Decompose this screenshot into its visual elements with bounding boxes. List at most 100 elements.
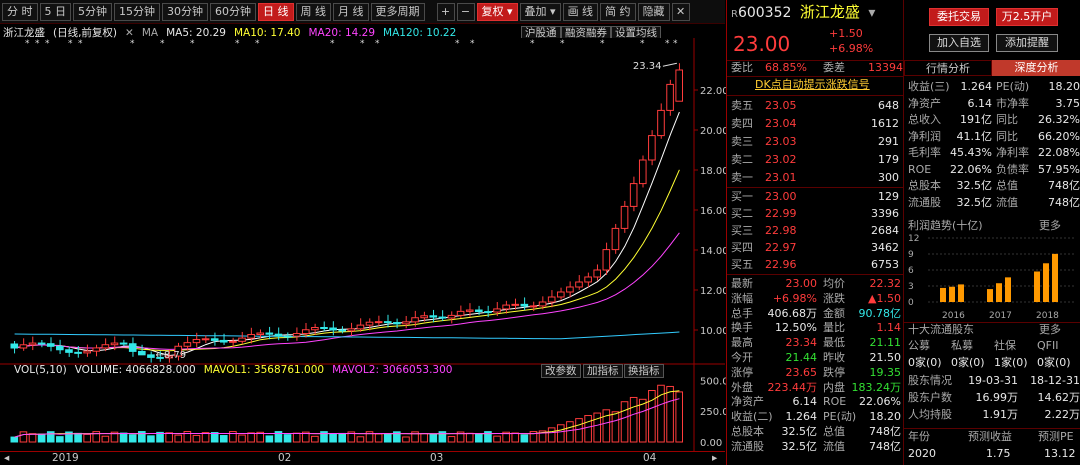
event-marker-icon[interactable]: * (375, 39, 380, 49)
event-marker-icon[interactable]: * (665, 39, 670, 49)
bid-row: 买一 23.00 129 (731, 189, 901, 205)
volume-bar (192, 434, 201, 443)
candle-body (420, 315, 428, 319)
holders-more-link[interactable]: 更多 (1039, 322, 1061, 338)
volume-bar (283, 434, 292, 443)
kline-chart[interactable]: 22.00 20.00 18.00 16.00 14.00 12.00 10.00 23.34… (0, 38, 726, 451)
bid-label: 买三 (731, 224, 753, 237)
fin-value: 22.06% (950, 162, 992, 176)
candle-body (493, 308, 501, 313)
volume-bar (547, 427, 556, 443)
trade-button[interactable]: 委托交易 (929, 8, 989, 26)
tab-15min[interactable]: 15分钟 (114, 2, 160, 21)
trend-bar (1005, 277, 1011, 302)
candle-body (201, 338, 210, 341)
volume-bar (374, 433, 383, 443)
weicha-label: 委差 (823, 61, 845, 74)
open-account-button[interactable]: 万2.5开户 (996, 8, 1058, 26)
candle-body (256, 332, 265, 336)
price-tick: 12.00 (700, 286, 726, 297)
event-marker-icon[interactable]: * (360, 39, 365, 49)
event-marker-icon[interactable]: * (330, 39, 335, 49)
candle-body (219, 339, 228, 343)
event-marker-icon[interactable]: * (68, 39, 73, 49)
tab-30min[interactable]: 30分钟 (162, 2, 208, 21)
close-icon[interactable]: ✕ (671, 2, 690, 21)
weicha-value: 13394 (868, 61, 903, 74)
fin-label: 流值 (996, 195, 1018, 209)
forecast-row: 2020 1.75 13.12 (908, 446, 1080, 462)
volume-bar (593, 412, 602, 443)
tab-deep-analysis[interactable]: 深度分析 (992, 60, 1080, 76)
tab-monthly[interactable]: 月 线 (333, 2, 369, 21)
scroll-left-icon[interactable]: ◂ (4, 452, 9, 464)
quote-row: 最高 23.34 最低 21.11 (731, 335, 901, 350)
tab-weekly[interactable]: 周 线 (295, 2, 331, 21)
signal-link[interactable]: DK点自动提示涨跌信号 (755, 77, 870, 93)
change-params-button[interactable]: 改参数 (541, 364, 581, 378)
event-marker-icon[interactable]: * (530, 39, 535, 49)
add-indicator-button[interactable]: 加指标 (583, 364, 623, 378)
event-marker-icon[interactable]: * (45, 39, 50, 49)
scroll-right-icon[interactable]: ▸ (712, 452, 717, 464)
overlay-button[interactable]: 叠加 ▾ (519, 2, 561, 21)
volume-bar (666, 385, 674, 443)
tab-5min[interactable]: 5分钟 (73, 2, 112, 21)
zoom-in-button[interactable]: + (436, 2, 455, 21)
event-marker-icon[interactable]: * (130, 39, 135, 49)
tab-fenshi[interactable]: 分 时 (2, 2, 38, 21)
tab-60min[interactable]: 60分钟 (210, 2, 256, 21)
volume-tick: 250.00 (700, 407, 726, 418)
candle-body (602, 249, 611, 271)
chevron-down-icon[interactable]: ▾ (868, 5, 875, 21)
candle-body (28, 342, 37, 346)
add-alert-button[interactable]: 添加提醒 (996, 34, 1058, 52)
candle-body (465, 309, 474, 312)
volume-bar (265, 435, 274, 443)
quote-label: 涨跌 (823, 291, 845, 305)
fin-value: 748亿 (1048, 179, 1080, 192)
simple-mode-button[interactable]: 简 约 (600, 2, 636, 21)
event-marker-icon[interactable]: * (255, 39, 260, 49)
draw-line-button[interactable]: 画 线 (562, 2, 599, 21)
event-marker-icon[interactable]: * (35, 39, 40, 49)
holder-type: QFII (1037, 339, 1059, 352)
add-watchlist-button[interactable]: 加入自选 (929, 34, 989, 52)
event-marker-icon[interactable]: * (160, 39, 165, 49)
ask-label: 卖二 (731, 153, 753, 166)
event-marker-icon[interactable]: * (600, 39, 605, 49)
volume-bar (629, 396, 638, 443)
event-marker-icon[interactable]: * (25, 39, 30, 49)
fin-value: 32.5亿 (956, 179, 993, 192)
fuquan-button[interactable]: 复权 ▾ (476, 2, 518, 21)
tab-market-analysis[interactable]: 行情分析 (904, 60, 992, 76)
fin-row: 毛利率 45.43% 净利率 22.08% (908, 145, 1080, 161)
candle-body (147, 354, 155, 358)
quote-row: 净资产 6.14 ROE 22.06% (731, 394, 901, 409)
quote-value: 406.68万 (767, 306, 818, 320)
bid-volume: 129 (878, 190, 899, 203)
volume-bar (83, 433, 91, 443)
holder-row-v1: 1.91万 (982, 408, 1019, 421)
event-marker-icon[interactable]: * (455, 39, 460, 49)
tab-daily[interactable]: 日 线 (258, 2, 294, 21)
event-marker-icon[interactable]: * (190, 39, 195, 49)
event-marker-icon[interactable]: * (673, 39, 678, 49)
fin-value: 3.75 (1055, 96, 1080, 110)
hide-button[interactable]: 隐藏 (637, 2, 670, 21)
event-marker-icon[interactable]: * (470, 39, 475, 49)
volume-bar (475, 433, 483, 443)
holder-count: 1家(0) (994, 356, 1028, 369)
event-marker-icon[interactable]: * (560, 39, 565, 49)
event-marker-icon[interactable]: * (78, 39, 83, 49)
volume-bar (19, 431, 28, 443)
zoom-out-button[interactable]: − (456, 2, 475, 21)
tab-more-periods[interactable]: 更多周期 (370, 2, 425, 21)
event-marker-icon[interactable]: * (235, 39, 240, 49)
bid-price: 22.97 (765, 241, 797, 254)
tab-5day[interactable]: 5 日 (39, 2, 71, 21)
holder-row-v2: 2.22万 (1044, 408, 1080, 421)
event-marker-icon[interactable]: * (640, 39, 645, 49)
bid-price: 22.99 (765, 207, 797, 220)
switch-indicator-button[interactable]: 换指标 (624, 364, 664, 378)
